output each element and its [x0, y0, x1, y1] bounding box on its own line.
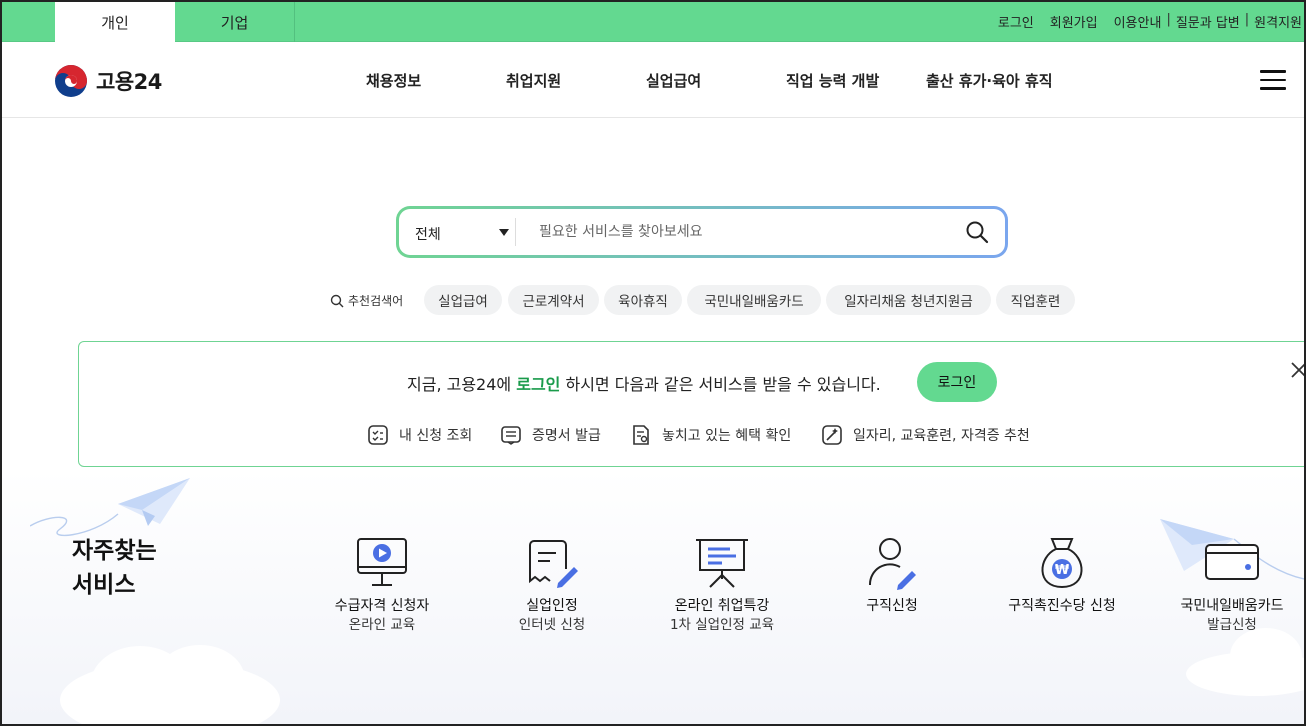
keyword-chip[interactable]: 국민내일배움카드: [687, 285, 821, 315]
service-unemployment-certification[interactable]: 실업인정 인터넷 신청: [462, 535, 642, 635]
login-link[interactable]: 로그인: [998, 12, 1034, 31]
favorites-title-line1: 자주찾는: [72, 538, 157, 564]
nav-unemployment-benefit[interactable]: 실업급여: [646, 70, 701, 91]
magic-wand-icon: [822, 425, 842, 445]
login-promo-banner: 지금, 고용24에 로그인 하시면 다음과 같은 서비스를 받을 수 있습니다.…: [78, 341, 1306, 467]
video-monitor-icon: [357, 538, 407, 586]
nav-employment-support[interactable]: 취업지원: [506, 70, 561, 91]
service-sublabel: 발급신청: [1207, 617, 1257, 633]
service-sublabel: 온라인 교육: [348, 617, 416, 633]
keyword-chip[interactable]: 실업급여: [424, 285, 502, 315]
utility-links: 로그인 회원가입 이용안내 | 질문과 답변 | 원격지원: [998, 12, 1302, 31]
close-icon[interactable]: [1289, 360, 1306, 380]
favorites-title: 자주찾는 서비스: [72, 534, 157, 602]
divider: [515, 218, 516, 246]
service-sublabel: 인터넷 신청: [518, 617, 586, 633]
presentation-board-icon: [696, 539, 748, 588]
favorites-title-line2: 서비스: [72, 572, 136, 598]
banner-message-pre: 지금, 고용24에: [407, 375, 517, 394]
feature-label: 일자리, 교육훈련, 자격증 추천: [853, 428, 1030, 444]
service-online-job-lecture[interactable]: 온라인 취업특강 1차 실업인정 교육: [632, 535, 812, 635]
separator: |: [1244, 12, 1250, 27]
banner-message-post: 하시면 다음과 같은 서비스를 받을 수 있습니다.: [560, 375, 881, 394]
nav-jobs[interactable]: 채용정보: [366, 70, 421, 91]
nav-parental-leave[interactable]: 출산 휴가·육아 휴직: [926, 70, 1053, 91]
search-small-icon: [330, 294, 344, 307]
service-label: 국민내일배움카드: [1180, 598, 1284, 614]
document-pen-icon: [529, 540, 578, 588]
banner-message: 지금, 고용24에 로그인 하시면 다음과 같은 서비스를 받을 수 있습니다.: [407, 371, 881, 395]
tab-business[interactable]: 기업: [175, 2, 295, 42]
banner-login-button[interactable]: 로그인: [917, 362, 997, 402]
nav-vocational-training[interactable]: 직업 능력 개발: [786, 70, 879, 91]
service-training-card[interactable]: 국민내일배움카드 발급신청: [1142, 535, 1306, 635]
service-label: 수급자격 신청자: [334, 598, 430, 614]
person-pen-icon: [868, 538, 916, 590]
search-icon[interactable]: [965, 220, 989, 244]
service-label: 실업인정: [526, 598, 578, 614]
feature-label: 내 신청 조회: [399, 428, 473, 444]
money-bag-icon: ₩: [1041, 538, 1083, 589]
taegeuk-logo-icon: [55, 65, 87, 97]
search-category-select[interactable]: 전체: [415, 224, 441, 244]
caret-down-icon[interactable]: [499, 229, 509, 236]
document-search-icon: [633, 425, 649, 445]
keyword-chip[interactable]: 일자리채움 청년지원금: [826, 285, 991, 315]
banner-login-link[interactable]: 로그인: [516, 375, 560, 394]
cloud-right-icon: [1186, 628, 1304, 696]
hamburger-icon[interactable]: [1260, 70, 1286, 90]
service-label: 구직신청: [866, 598, 918, 614]
service-online-education[interactable]: 수급자격 신청자 온라인 교육: [292, 535, 472, 635]
signup-link[interactable]: 회원가입: [1050, 12, 1098, 31]
feature-my-applications: 내 신청 조회: [367, 424, 472, 446]
service-label: 온라인 취업특강: [674, 598, 770, 614]
service-sublabel: 1차 실업인정 교육: [669, 617, 775, 633]
card-icon: [1205, 544, 1259, 580]
search-bar: 전체: [396, 206, 1008, 258]
svg-text:₩: ₩: [1055, 563, 1070, 578]
recommended-keywords-label: 추천검색어: [330, 292, 403, 309]
certificate-icon: [501, 426, 521, 445]
keyword-chip[interactable]: 근로계약서: [508, 285, 599, 315]
keyword-chip[interactable]: 육아휴직: [604, 285, 682, 315]
main-header: 고용24 채용정보 취업지원 실업급여 직업 능력 개발 출산 휴가·육아 휴직: [0, 42, 1306, 118]
checklist-icon: [368, 425, 388, 445]
logo-text: 고용24: [96, 70, 162, 94]
feature-recommendations: 일자리, 교육훈련, 자격증 추천: [821, 424, 1030, 446]
feature-certificate: 증명서 발급: [500, 424, 601, 446]
feature-missed-benefits: 놓치고 있는 혜택 확인: [630, 424, 791, 446]
qna-link[interactable]: 질문과 답변: [1176, 12, 1240, 31]
service-job-promotion-allowance[interactable]: ₩ 구직촉진수당 신청: [972, 535, 1152, 616]
keywords-label-text: 추천검색어: [348, 294, 404, 308]
keyword-chip[interactable]: 직업훈련: [996, 285, 1075, 315]
service-job-application[interactable]: 구직신청: [802, 535, 982, 616]
remote-support-link[interactable]: 원격지원: [1254, 12, 1302, 31]
cloud-left-icon: [60, 645, 280, 726]
logo[interactable]: 고용24: [54, 64, 162, 98]
top-utility-bar: 개인 기업 로그인 회원가입 이용안내 | 질문과 답변 | 원격지원: [0, 0, 1306, 42]
guide-link[interactable]: 이용안내: [1114, 12, 1162, 31]
separator: |: [1166, 12, 1171, 27]
feature-label: 놓치고 있는 혜택 확인: [662, 428, 792, 444]
feature-label: 증명서 발급: [532, 428, 601, 444]
tab-personal[interactable]: 개인: [55, 2, 175, 42]
service-label: 구직촉진수당 신청: [1008, 598, 1116, 614]
search-input[interactable]: [539, 219, 939, 245]
